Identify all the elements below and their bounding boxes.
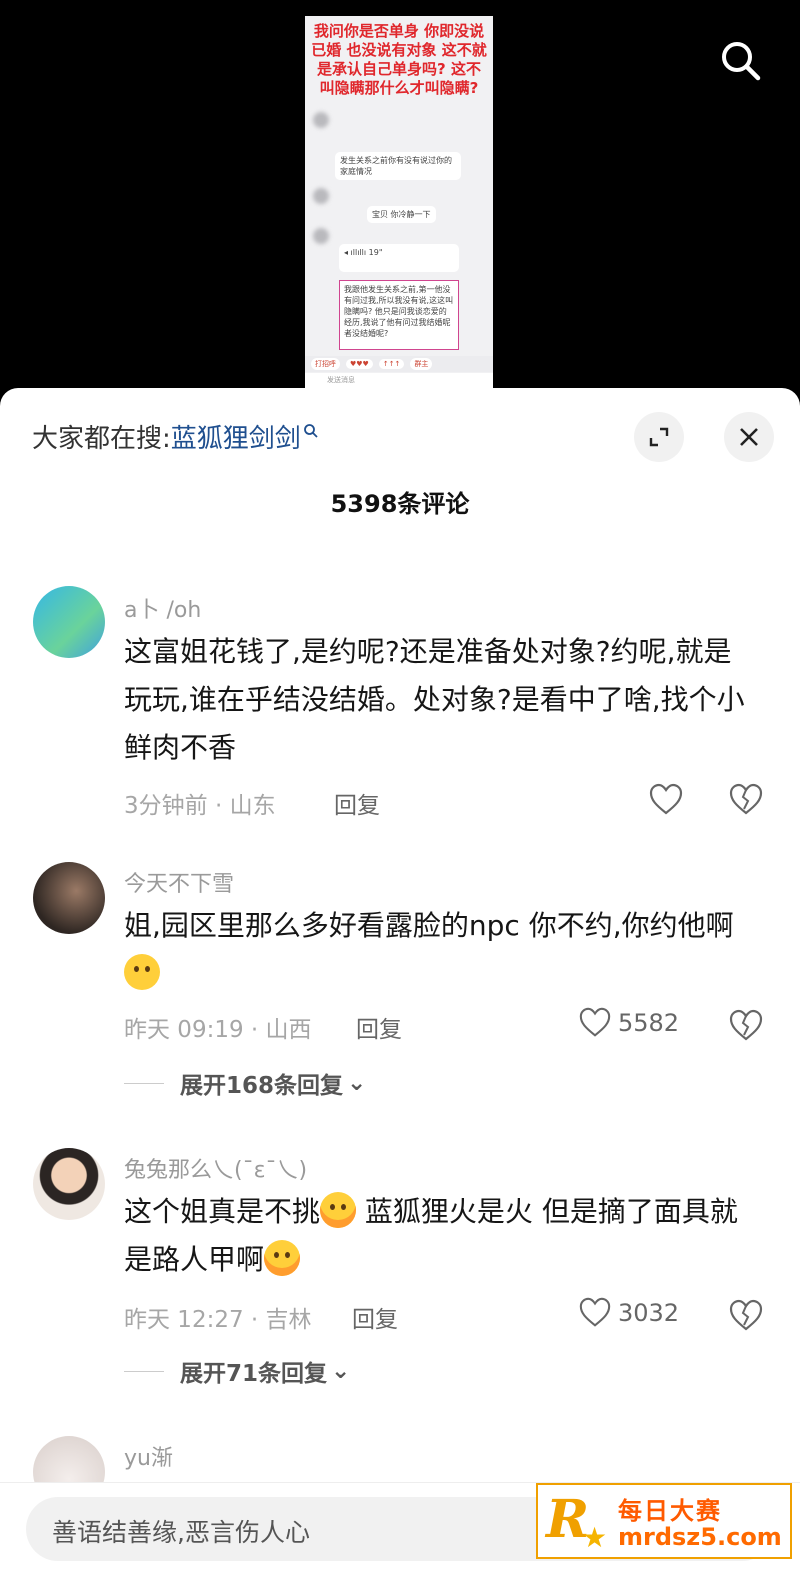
like-count: 5582 — [618, 1009, 680, 1037]
quick-reply-item: 群主 — [410, 358, 433, 370]
crying-face-icon — [264, 1240, 301, 1276]
video-chat-input: 发送消息 — [305, 373, 493, 388]
watermark-logo: R ★ 每日大赛 mrdsz5.com — [536, 1483, 792, 1559]
expand-replies-label: 展开168条回复 — [180, 1073, 344, 1099]
blurred-avatar — [313, 112, 329, 128]
divider-line — [124, 1082, 164, 1084]
comment-meta: 昨天 09:19 · 山西 — [124, 1017, 312, 1043]
like-button[interactable]: 5582 — [578, 1006, 679, 1040]
crying-face-icon — [124, 954, 160, 990]
watermark-url: mrdsz5.com — [618, 1523, 782, 1551]
comment-text: 这富姐花钱了,是约呢?还是准备处对象?约呢,就是玩玩,谁在乎结没结婚。处对象?是… — [124, 635, 745, 764]
close-icon — [740, 428, 758, 446]
blurred-avatar — [313, 188, 329, 204]
like-icon — [579, 1007, 611, 1037]
chat-bubble: 发生关系之前你有没有说过你的家庭情况 — [335, 152, 461, 180]
comment-sheet: 大家都在搜:蓝狐狸剑剑 5398条评论 a卜 /oh 这富姐花钱了,是约呢?还是… — [0, 388, 800, 1571]
quick-reply-item: 打招呼 — [311, 358, 340, 370]
close-button[interactable] — [724, 412, 774, 462]
dislike-icon[interactable] — [728, 1008, 764, 1044]
dislike-icon[interactable] — [728, 1298, 764, 1334]
expand-replies[interactable]: 展开168条回复 ⌄ — [124, 1066, 366, 1100]
comment-text: 这个姐真是不挑 蓝狐狸火是火 但是摘了面具就是路人甲啊 — [124, 1188, 754, 1284]
avatar[interactable] — [33, 862, 105, 934]
highlighted-message: 我跟他发生关系之前,第一他没有问过我,所以我没有说,这这叫隐瞒吗? 他只是问我谈… — [339, 280, 459, 350]
video-player[interactable]: 我问你是否单身 你即没说已婚 也没说有对象 这不就是承认自己单身吗? 这不叫隐瞒… — [0, 0, 800, 392]
expand-button[interactable] — [634, 412, 684, 462]
comment-meta: 昨天 12:27 · 吉林 — [124, 1307, 312, 1333]
chat-bubble: 宝贝 你冷静一下 — [367, 206, 436, 223]
expand-replies-label: 展开71条回复 — [180, 1361, 328, 1387]
avatar[interactable] — [33, 586, 105, 658]
small-search-icon — [303, 424, 318, 438]
comment-username[interactable]: a卜 /oh — [124, 592, 201, 624]
expand-replies[interactable]: 展开71条回复 ⌄ — [124, 1354, 350, 1388]
trending-search-keyword[interactable]: 蓝狐狸剑剑 — [171, 424, 301, 454]
like-count: 3032 — [618, 1299, 680, 1327]
comment-count: 5398条评论 — [330, 490, 470, 518]
comment-text-part: 这个姐真是不挑 — [124, 1195, 321, 1228]
star-icon: ★ — [582, 1521, 608, 1554]
avatar[interactable] — [33, 1148, 105, 1220]
blurred-avatar — [313, 228, 329, 244]
divider-line — [124, 1370, 164, 1372]
comment-text-part: 姐,园区里那么多好看露脸的npc 你不约,你约他啊 — [124, 909, 734, 942]
comment-text: 姐,园区里那么多好看露脸的npc 你不约,你约他啊 — [124, 902, 754, 998]
voice-message: ◂ ıllıllı 19" — [339, 244, 459, 272]
voice-duration: 19" — [368, 248, 383, 257]
video-frame: 我问你是否单身 你即没说已婚 也没说有对象 这不就是承认自己单身吗? 这不叫隐瞒… — [305, 16, 493, 388]
trending-search[interactable]: 大家都在搜:蓝狐狸剑剑 — [32, 418, 319, 455]
reply-button[interactable]: 回复 — [334, 786, 380, 820]
like-button[interactable]: 3032 — [578, 1296, 679, 1330]
comment-username[interactable]: 兔兔那么乀(ˉεˉ乀) — [124, 1152, 307, 1184]
video-overlay-text: 我问你是否单身 你即没说已婚 也没说有对象 这不就是承认自己单身吗? 这不叫隐瞒… — [311, 22, 487, 97]
comment-username[interactable]: 今天不下雪 — [124, 866, 234, 898]
reply-button[interactable]: 回复 — [352, 1300, 398, 1334]
comment-username[interactable]: yu渐 — [124, 1440, 173, 1472]
voice-wave-icon: ◂ ıllıllı — [344, 248, 369, 257]
quick-reply-item: ↑↑↑ — [378, 359, 405, 369]
trending-search-label: 大家都在搜: — [32, 424, 171, 454]
crying-face-icon — [320, 1192, 357, 1228]
quick-reply-item: ♥♥♥ — [346, 359, 373, 369]
dislike-icon[interactable] — [728, 782, 764, 818]
comment-meta: 3分钟前 · 山东 — [124, 793, 276, 819]
watermark-title: 每日大赛 — [618, 1497, 722, 1525]
comment-input-placeholder: 善语结善缘,恶言伤人心 — [52, 1518, 310, 1547]
quick-reply-bar: 打招呼 ♥♥♥ ↑↑↑ 群主 — [305, 356, 493, 372]
like-icon — [579, 1297, 611, 1327]
search-icon[interactable] — [716, 36, 764, 84]
reply-button[interactable]: 回复 — [356, 1010, 402, 1044]
chevron-down-icon: ⌄ — [347, 1070, 367, 1096]
expand-icon — [649, 427, 669, 447]
like-icon[interactable] — [648, 782, 684, 818]
chevron-down-icon: ⌄ — [331, 1358, 351, 1384]
